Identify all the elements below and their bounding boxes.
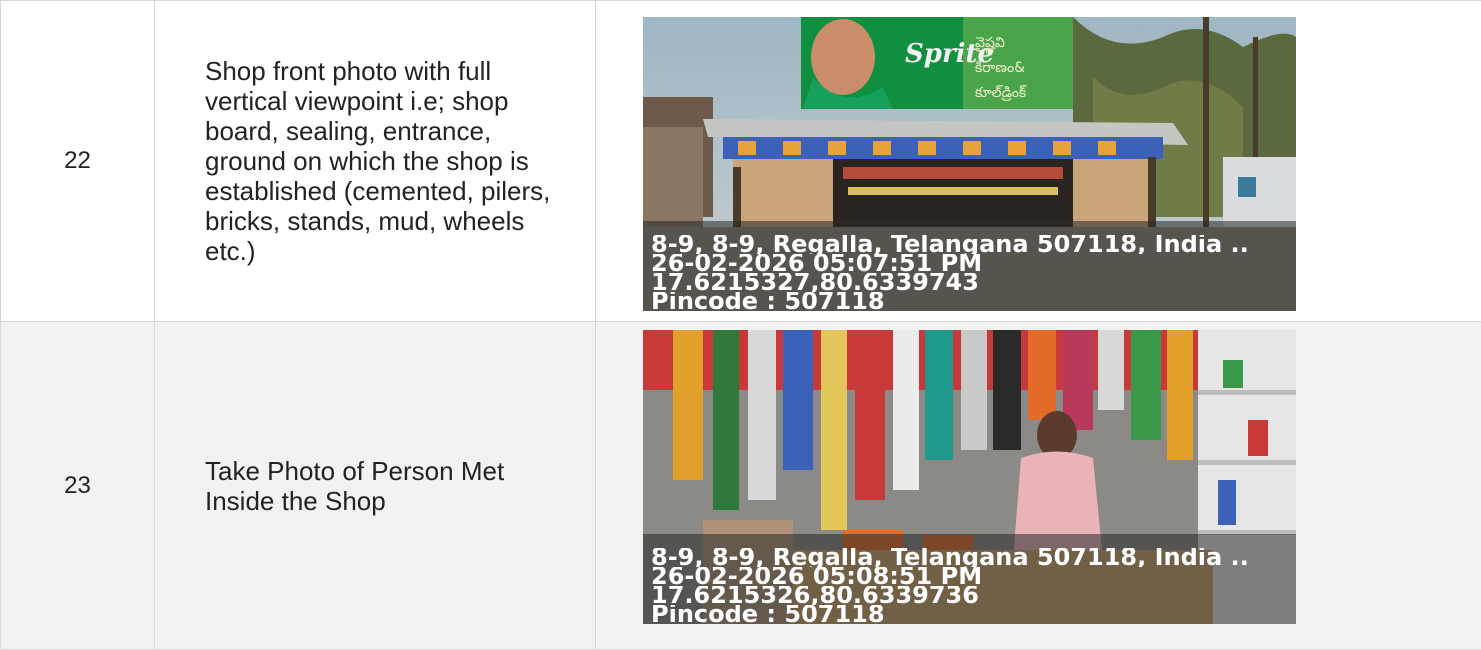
stamp-address: 8-9, 8-9, Regalla, Telangana 507118, Ind…	[651, 235, 1296, 254]
table-row: 23 Take Photo of Person Met Inside the S…	[1, 322, 1481, 650]
row-number: 22	[1, 1, 155, 322]
stamp-address: 8-9, 8-9, Regalla, Telangana 507118, Ind…	[651, 548, 1296, 567]
photo-cell: Sprite వైష్ణవి కిరాణం& కూల్‌డ్రింక్	[596, 1, 1481, 322]
stamp-pincode: Pincode : 507118	[651, 605, 1296, 624]
stamp-coordinates: 17.6215327,80.6339743	[651, 273, 1296, 292]
billboard-line-1: వైష్ణవి	[975, 35, 1005, 53]
geo-stamp: 8-9, 8-9, Regalla, Telangana 507118, Ind…	[651, 548, 1296, 624]
geo-stamp: 8-9, 8-9, Regalla, Telangana 507118, Ind…	[651, 235, 1296, 311]
photo-cell: 8-9, 8-9, Regalla, Telangana 507118, Ind…	[596, 322, 1481, 650]
billboard-line-2: కిరాణం&	[975, 60, 1025, 76]
person-met-photo[interactable]: 8-9, 8-9, Regalla, Telangana 507118, Ind…	[643, 330, 1296, 624]
row-description: Shop front photo with full vertical view…	[155, 1, 596, 322]
row-description: Take Photo of Person Met Inside the Shop	[155, 322, 596, 650]
stamp-datetime: 26-02-2026 05:07:51 PM	[651, 254, 1296, 273]
stamp-datetime: 26-02-2026 05:08:51 PM	[651, 567, 1296, 586]
survey-photo-table: 22 Shop front photo with full vertical v…	[0, 0, 1481, 650]
stamp-coordinates: 17.6215326,80.6339736	[651, 586, 1296, 605]
stamp-pincode: Pincode : 507118	[651, 292, 1296, 311]
row-number: 23	[1, 322, 155, 650]
billboard-line-3: కూల్‌డ్రింక్	[975, 85, 1027, 101]
table-row: 22 Shop front photo with full vertical v…	[1, 1, 1481, 322]
shop-front-photo[interactable]: Sprite వైష్ణవి కిరాణం& కూల్‌డ్రింక్	[643, 17, 1296, 311]
